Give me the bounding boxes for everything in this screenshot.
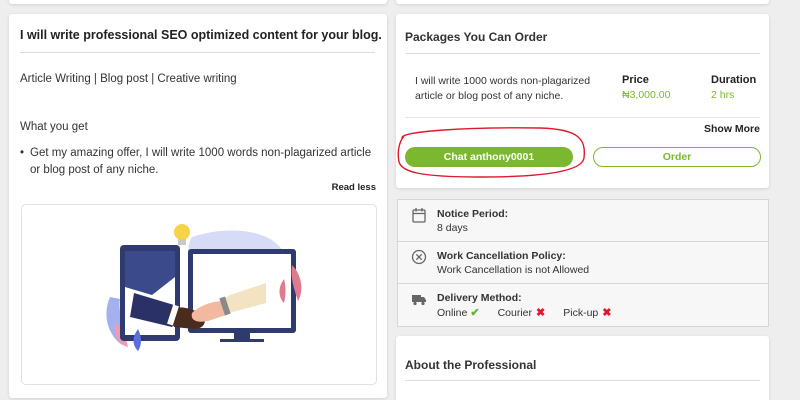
delivery-option-label: Courier: [497, 306, 533, 319]
previous-card-left: [9, 0, 387, 4]
read-less-link[interactable]: Read less: [332, 182, 376, 193]
list-item: • Get my amazing offer, I will write 100…: [20, 145, 375, 179]
cancel-icon: [411, 249, 427, 265]
calendar-icon: [412, 208, 426, 223]
duration-label: Duration: [711, 74, 757, 86]
check-icon: ✔: [470, 307, 480, 319]
delivery-option-online: Online ✔: [437, 306, 480, 320]
delivery-method-label: Delivery Method:: [437, 292, 522, 304]
gig-image: [21, 204, 377, 385]
divider: [405, 117, 760, 118]
handshake-illustration: [106, 224, 302, 351]
delivery-option-courier: Courier ✖: [497, 306, 546, 320]
what-you-get-heading: What you get: [20, 121, 88, 133]
notice-period-row: Notice Period: 8 days: [398, 200, 768, 242]
about-title: About the Professional: [405, 358, 537, 372]
notice-period-value: 8 days: [437, 222, 468, 234]
divider: [405, 53, 760, 54]
price-label: Price: [622, 74, 649, 86]
delivery-option-label: Pick-up: [563, 306, 599, 319]
duration-value: 2 hrs: [711, 89, 735, 101]
chat-button[interactable]: Chat anthony0001: [405, 147, 573, 167]
cancellation-policy-row: Work Cancellation Policy: Work Cancellat…: [398, 242, 768, 284]
package-description: I will write 1000 words non-plagarized a…: [415, 75, 591, 102]
packages-card: Packages You Can Order I will write 1000…: [396, 14, 769, 188]
truck-icon: [412, 295, 426, 306]
divider: [405, 380, 760, 381]
delivery-method-row: Delivery Method: Online ✔ Courier ✖ Pick…: [398, 284, 768, 326]
packages-title: Packages You Can Order: [405, 30, 548, 44]
gig-tags: Article Writing | Blog post | Creative w…: [20, 73, 237, 85]
delivery-option-pickup: Pick-up ✖: [563, 306, 612, 320]
gig-title: I will write professional SEO optimized …: [20, 28, 382, 42]
bullet-icon: •: [20, 147, 25, 159]
delivery-option-label: Online: [437, 306, 468, 319]
previous-card-right: [396, 0, 769, 4]
cancellation-policy-value: Work Cancellation is not Allowed: [437, 264, 590, 276]
notice-period-label: Notice Period:: [437, 208, 509, 220]
about-professional-card: About the Professional: [396, 336, 769, 400]
cross-icon: ✖: [602, 307, 612, 319]
cancellation-policy-label: Work Cancellation Policy:: [437, 250, 566, 262]
price-value: ₦3,000.00: [622, 89, 671, 101]
cross-icon: ✖: [536, 307, 546, 319]
offer-text: Get my amazing offer, I will write 1000 …: [30, 147, 372, 176]
delivery-options: Online ✔ Courier ✖ Pick-up ✖: [437, 306, 612, 320]
gig-description-card: I will write professional SEO optimized …: [9, 14, 387, 398]
order-button[interactable]: Order: [593, 147, 761, 167]
gig-details-box: Notice Period: 8 days Work Cancellation …: [397, 199, 769, 327]
show-more-link[interactable]: Show More: [704, 123, 760, 135]
divider: [20, 52, 375, 53]
